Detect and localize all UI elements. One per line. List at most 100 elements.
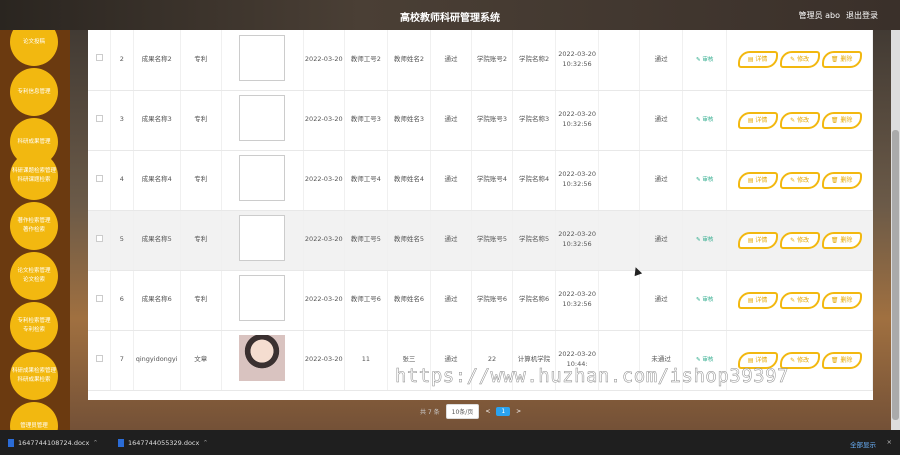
sidebar: 论文投稿 专利信息管理 科研成果管理 科研课题检索管理 科研课题检索 著作检索管理… [0, 30, 70, 430]
achievement-date: 2022-03-20 [303, 150, 345, 211]
review-link[interactable]: ✎ 审核 [696, 57, 713, 63]
detail-button[interactable]: ▤ 详情 [737, 51, 778, 69]
teacher-name: 教师姓名4 [387, 150, 431, 211]
review-status: 通过 [639, 270, 684, 331]
show-all-downloads-link[interactable]: 全部显示 [850, 439, 876, 449]
close-icon[interactable]: × [887, 438, 892, 446]
review-time: 2022-03-20 10:32:56 [555, 210, 600, 271]
review-cell: ✎ 审核 [682, 270, 728, 331]
college-status: 通过 [430, 90, 472, 151]
row-checkbox[interactable] [95, 114, 103, 122]
detail-button[interactable]: ▤ 详情 [737, 171, 778, 189]
download-bar: 1647744108724.docx ^ 1647744055329.docx ^ … [0, 430, 900, 455]
table-row: 2 成果名称2 专利 2022-03-20 教师工号2 教师姓名2 通过 学院账号2 学院名称2… [88, 30, 873, 91]
prev-page-button[interactable]: < [485, 408, 490, 415]
college-account: 学院账号5 [471, 210, 513, 271]
review-note [598, 210, 641, 271]
review-link[interactable]: ✎ 审核 [696, 357, 713, 363]
sidebar-item-achievement-search[interactable]: 科研成果检索管理 科研成果检索 [10, 352, 58, 400]
teacher-id: 教师工号6 [344, 270, 388, 331]
actions-cell: ▤ 详情 ✎ 修改 🗑 删除 [726, 210, 873, 271]
college-name: 学院名称4 [512, 150, 557, 211]
teacher-name: 教师姓名2 [387, 30, 431, 91]
sidebar-item-patent[interactable]: 专利信息管理 [10, 68, 58, 116]
edit-button[interactable]: ✎ 修改 [779, 51, 820, 69]
table-row: 3 成果名称3 专利 2022-03-20 教师工号3 教师姓名3 通过 学院账号3 学院名称3… [88, 90, 873, 151]
sidebar-item-book-search[interactable]: 著作检索管理 著作检索 [10, 202, 58, 250]
chevron-up-icon[interactable]: ^ [203, 440, 207, 446]
word-doc-icon [118, 439, 124, 447]
delete-button[interactable]: 🗑 删除 [821, 51, 862, 69]
review-cell: ✎ 审核 [682, 30, 728, 91]
row-checkbox-cell[interactable] [88, 30, 112, 91]
next-page-button[interactable]: > [516, 408, 521, 415]
edit-button[interactable]: ✎ 修改 [779, 111, 820, 129]
broken-image-icon [239, 275, 286, 322]
row-checkbox-cell[interactable] [88, 270, 112, 331]
achievement-name: 成果名称6 [133, 270, 181, 331]
row-index: 6 [110, 270, 134, 331]
row-checkbox[interactable] [95, 294, 103, 302]
total-count: 共 7 条 [420, 409, 440, 416]
row-checkbox[interactable] [95, 234, 103, 242]
scrollbar[interactable] [891, 30, 900, 430]
sidebar-item-paper-submit[interactable]: 论文投稿 [10, 30, 58, 66]
edit-button[interactable]: ✎ 修改 [779, 231, 820, 249]
detail-button[interactable]: ▤ 详情 [737, 291, 778, 309]
download-item[interactable]: 1647744108724.docx ^ [8, 439, 98, 447]
teacher-id: 教师工号3 [344, 90, 388, 151]
review-note [598, 270, 641, 331]
review-cell: ✎ 审核 [682, 210, 728, 271]
page-number-button[interactable]: 1 [496, 407, 511, 416]
actions-cell: ▤ 详情 ✎ 修改 🗑 删除 [726, 270, 873, 331]
page-size-select[interactable]: 10条/页 [445, 404, 480, 419]
pagination: 共 7 条 10条/页 < 1 > [420, 404, 521, 419]
current-user: 管理员 abo [798, 11, 840, 20]
sidebar-item-topic-search[interactable]: 科研课题检索管理 科研课题检索 [10, 152, 58, 200]
college-status: 通过 [430, 30, 472, 91]
college-account: 学院账号6 [471, 270, 513, 331]
logout-link[interactable]: 退出登录 [846, 10, 878, 21]
broken-image-icon [239, 95, 286, 142]
delete-button[interactable]: 🗑 删除 [821, 231, 862, 249]
sidebar-item-paper-search[interactable]: 论文检索管理 论文检索 [10, 252, 58, 300]
sidebar-item-patent-search[interactable]: 专利检索管理 专利检索 [10, 302, 58, 350]
broken-image-icon [239, 34, 286, 81]
review-note [598, 150, 641, 211]
review-link[interactable]: ✎ 审核 [696, 117, 713, 123]
delete-button[interactable]: 🗑 删除 [821, 351, 862, 369]
row-checkbox-cell[interactable] [88, 330, 112, 391]
scrollbar-thumb[interactable] [892, 130, 899, 420]
edit-button[interactable]: ✎ 修改 [779, 171, 820, 189]
chevron-up-icon[interactable]: ^ [93, 440, 97, 446]
college-status: 通过 [430, 210, 472, 271]
delete-button[interactable]: 🗑 删除 [821, 111, 862, 129]
college-name: 学院名称3 [512, 90, 557, 151]
review-link[interactable]: ✎ 审核 [696, 297, 713, 303]
college-account: 学院账号4 [471, 150, 513, 211]
broken-image-icon [239, 215, 286, 262]
review-link[interactable]: ✎ 审核 [696, 237, 713, 243]
row-checkbox[interactable] [95, 174, 103, 182]
teacher-id: 11 [344, 330, 388, 391]
delete-button[interactable]: 🗑 删除 [821, 291, 862, 309]
detail-button[interactable]: ▤ 详情 [737, 111, 778, 129]
row-checkbox-cell[interactable] [88, 150, 112, 211]
review-link[interactable]: ✎ 审核 [696, 177, 713, 183]
achievement-type: 专利 [180, 90, 222, 151]
review-cell: ✎ 审核 [682, 150, 728, 211]
row-checkbox[interactable] [95, 54, 103, 62]
table-row: 4 成果名称4 专利 2022-03-20 教师工号4 教师姓名4 通过 学院账号4 学院名称4… [88, 150, 873, 211]
data-table-panel: 2 成果名称2 专利 2022-03-20 教师工号2 教师姓名2 通过 学院账号2 学院名称2… [88, 30, 873, 400]
detail-button[interactable]: ▤ 详情 [737, 231, 778, 249]
row-checkbox[interactable] [95, 354, 103, 362]
review-time: 2022-03-20 10:32:56 [555, 90, 600, 151]
row-checkbox-cell[interactable] [88, 90, 112, 151]
row-checkbox-cell[interactable] [88, 210, 112, 271]
review-cell: ✎ 审核 [682, 90, 728, 151]
sidebar-item-admin[interactable]: 管理员管理 [10, 402, 58, 430]
download-item[interactable]: 1647744055329.docx ^ [118, 439, 208, 447]
teacher-name: 教师姓名6 [387, 270, 431, 331]
edit-button[interactable]: ✎ 修改 [779, 291, 820, 309]
delete-button[interactable]: 🗑 删除 [821, 171, 862, 189]
